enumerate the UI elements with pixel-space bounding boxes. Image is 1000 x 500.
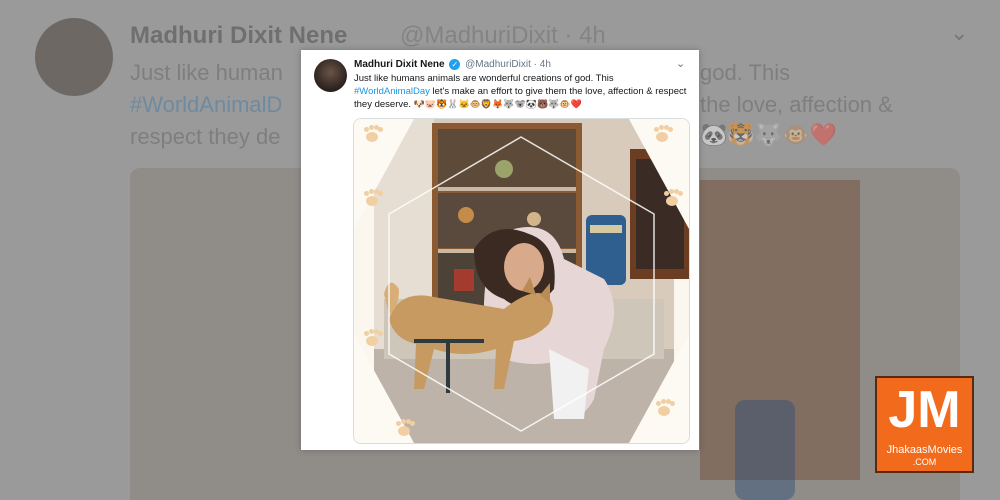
paw-print-icon: [662, 189, 683, 207]
tweet-text: Just like humans animals are wonderful c…: [354, 73, 694, 112]
photo-illustration: [354, 119, 689, 443]
paw-print-icon: [362, 189, 383, 207]
paw-print-icon: [652, 125, 673, 143]
chevron-down-icon[interactable]: ⌄: [676, 57, 685, 70]
background-text-line: the love, affection &: [700, 92, 893, 117]
logo-line2: .COM: [912, 457, 937, 467]
hashtag-link[interactable]: #WorldAnimalDay: [354, 86, 430, 97]
tweet-time[interactable]: 4h: [540, 59, 551, 70]
paw-print-icon: [654, 399, 675, 417]
background-handle: @MadhuriDixit · 4h: [400, 22, 606, 49]
tweet-text-part: Just like humans animals are wonderful c…: [354, 73, 614, 84]
logo-letters: JM: [888, 381, 961, 439]
author-name[interactable]: Madhuri Dixit Nene: [354, 59, 445, 70]
background-hashtag: #WorldAnimalD: [130, 92, 283, 117]
background-text-line: respect they de: [130, 124, 281, 149]
emoji-row: 🐶🐷🐯🐰🐱🐵🦁🦊🐺🐨🐼🐻🐺🐵❤️: [413, 99, 582, 109]
tweet-photo[interactable]: [353, 118, 690, 444]
paw-print-icon: [362, 125, 383, 143]
background-emojis: 🐼🐯🐺🐵❤️: [700, 122, 837, 147]
background-name: Madhuri Dixit Nene: [130, 22, 348, 49]
tweet-card[interactable]: Madhuri Dixit Nene ✓ @MadhuriDixit · 4h …: [301, 50, 699, 450]
background-avatar: [35, 18, 113, 96]
background-vase: [735, 400, 795, 500]
tweet-header: Madhuri Dixit Nene ✓ @MadhuriDixit · 4h: [354, 59, 551, 70]
jhakaasmovies-logo: JM JhakaasMovies .COM: [875, 376, 974, 473]
author-handle[interactable]: @MadhuriDixit: [465, 59, 531, 70]
verified-badge-icon: ✓: [449, 59, 461, 70]
background-chevron-icon: ⌄: [950, 20, 969, 45]
logo-line1: JhakaasMovies: [886, 444, 963, 456]
background-text-line: god. This: [700, 60, 791, 85]
background-text-line: Just like human: [130, 60, 283, 85]
paw-print-icon: [362, 329, 383, 347]
paw-print-icon: [394, 419, 415, 437]
separator: ·: [533, 59, 537, 71]
avatar[interactable]: [314, 59, 347, 92]
